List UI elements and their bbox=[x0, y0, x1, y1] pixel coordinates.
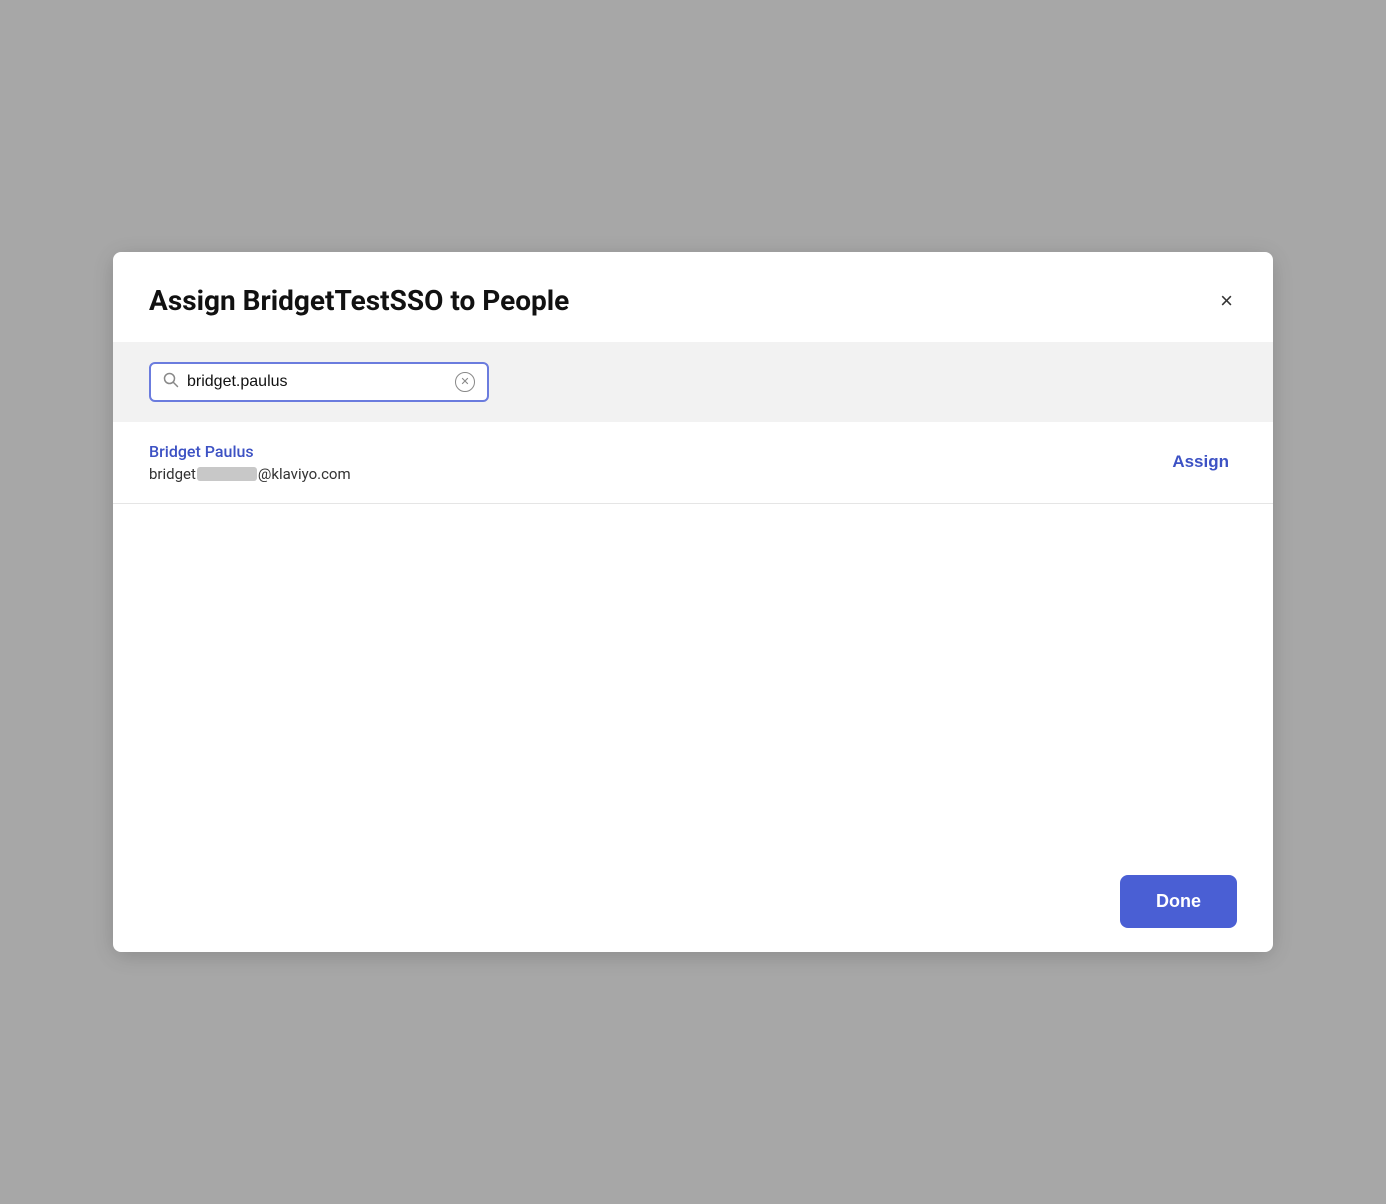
email-suffix: @klaviyo.com bbox=[258, 465, 351, 483]
assign-button[interactable]: Assign bbox=[1164, 448, 1237, 476]
result-name[interactable]: Bridget Paulus bbox=[149, 442, 351, 461]
close-button[interactable]: × bbox=[1216, 286, 1237, 316]
result-row: Bridget Paulus bridget @klaviyo.com Assig… bbox=[113, 422, 1273, 504]
modal-overlay: Assign BridgetTestSSO to People × ✕ bbox=[0, 0, 1386, 1204]
clear-search-button[interactable]: ✕ bbox=[455, 372, 475, 392]
email-prefix: bridget bbox=[149, 465, 196, 483]
results-area: Bridget Paulus bridget @klaviyo.com Assig… bbox=[113, 422, 1273, 851]
clear-icon: ✕ bbox=[455, 372, 475, 392]
done-button[interactable]: Done bbox=[1120, 875, 1237, 928]
search-bar-area: ✕ bbox=[113, 342, 1273, 422]
result-info: Bridget Paulus bridget @klaviyo.com bbox=[149, 442, 351, 483]
email-redacted bbox=[197, 467, 257, 481]
search-icon bbox=[163, 372, 179, 392]
modal-title: Assign BridgetTestSSO to People bbox=[149, 284, 569, 318]
modal-header: Assign BridgetTestSSO to People × bbox=[113, 252, 1273, 342]
result-email: bridget @klaviyo.com bbox=[149, 465, 351, 483]
search-input[interactable] bbox=[187, 373, 447, 391]
modal-dialog: Assign BridgetTestSSO to People × ✕ bbox=[113, 252, 1273, 952]
search-input-wrapper: ✕ bbox=[149, 362, 489, 402]
modal-footer: Done bbox=[113, 851, 1273, 952]
